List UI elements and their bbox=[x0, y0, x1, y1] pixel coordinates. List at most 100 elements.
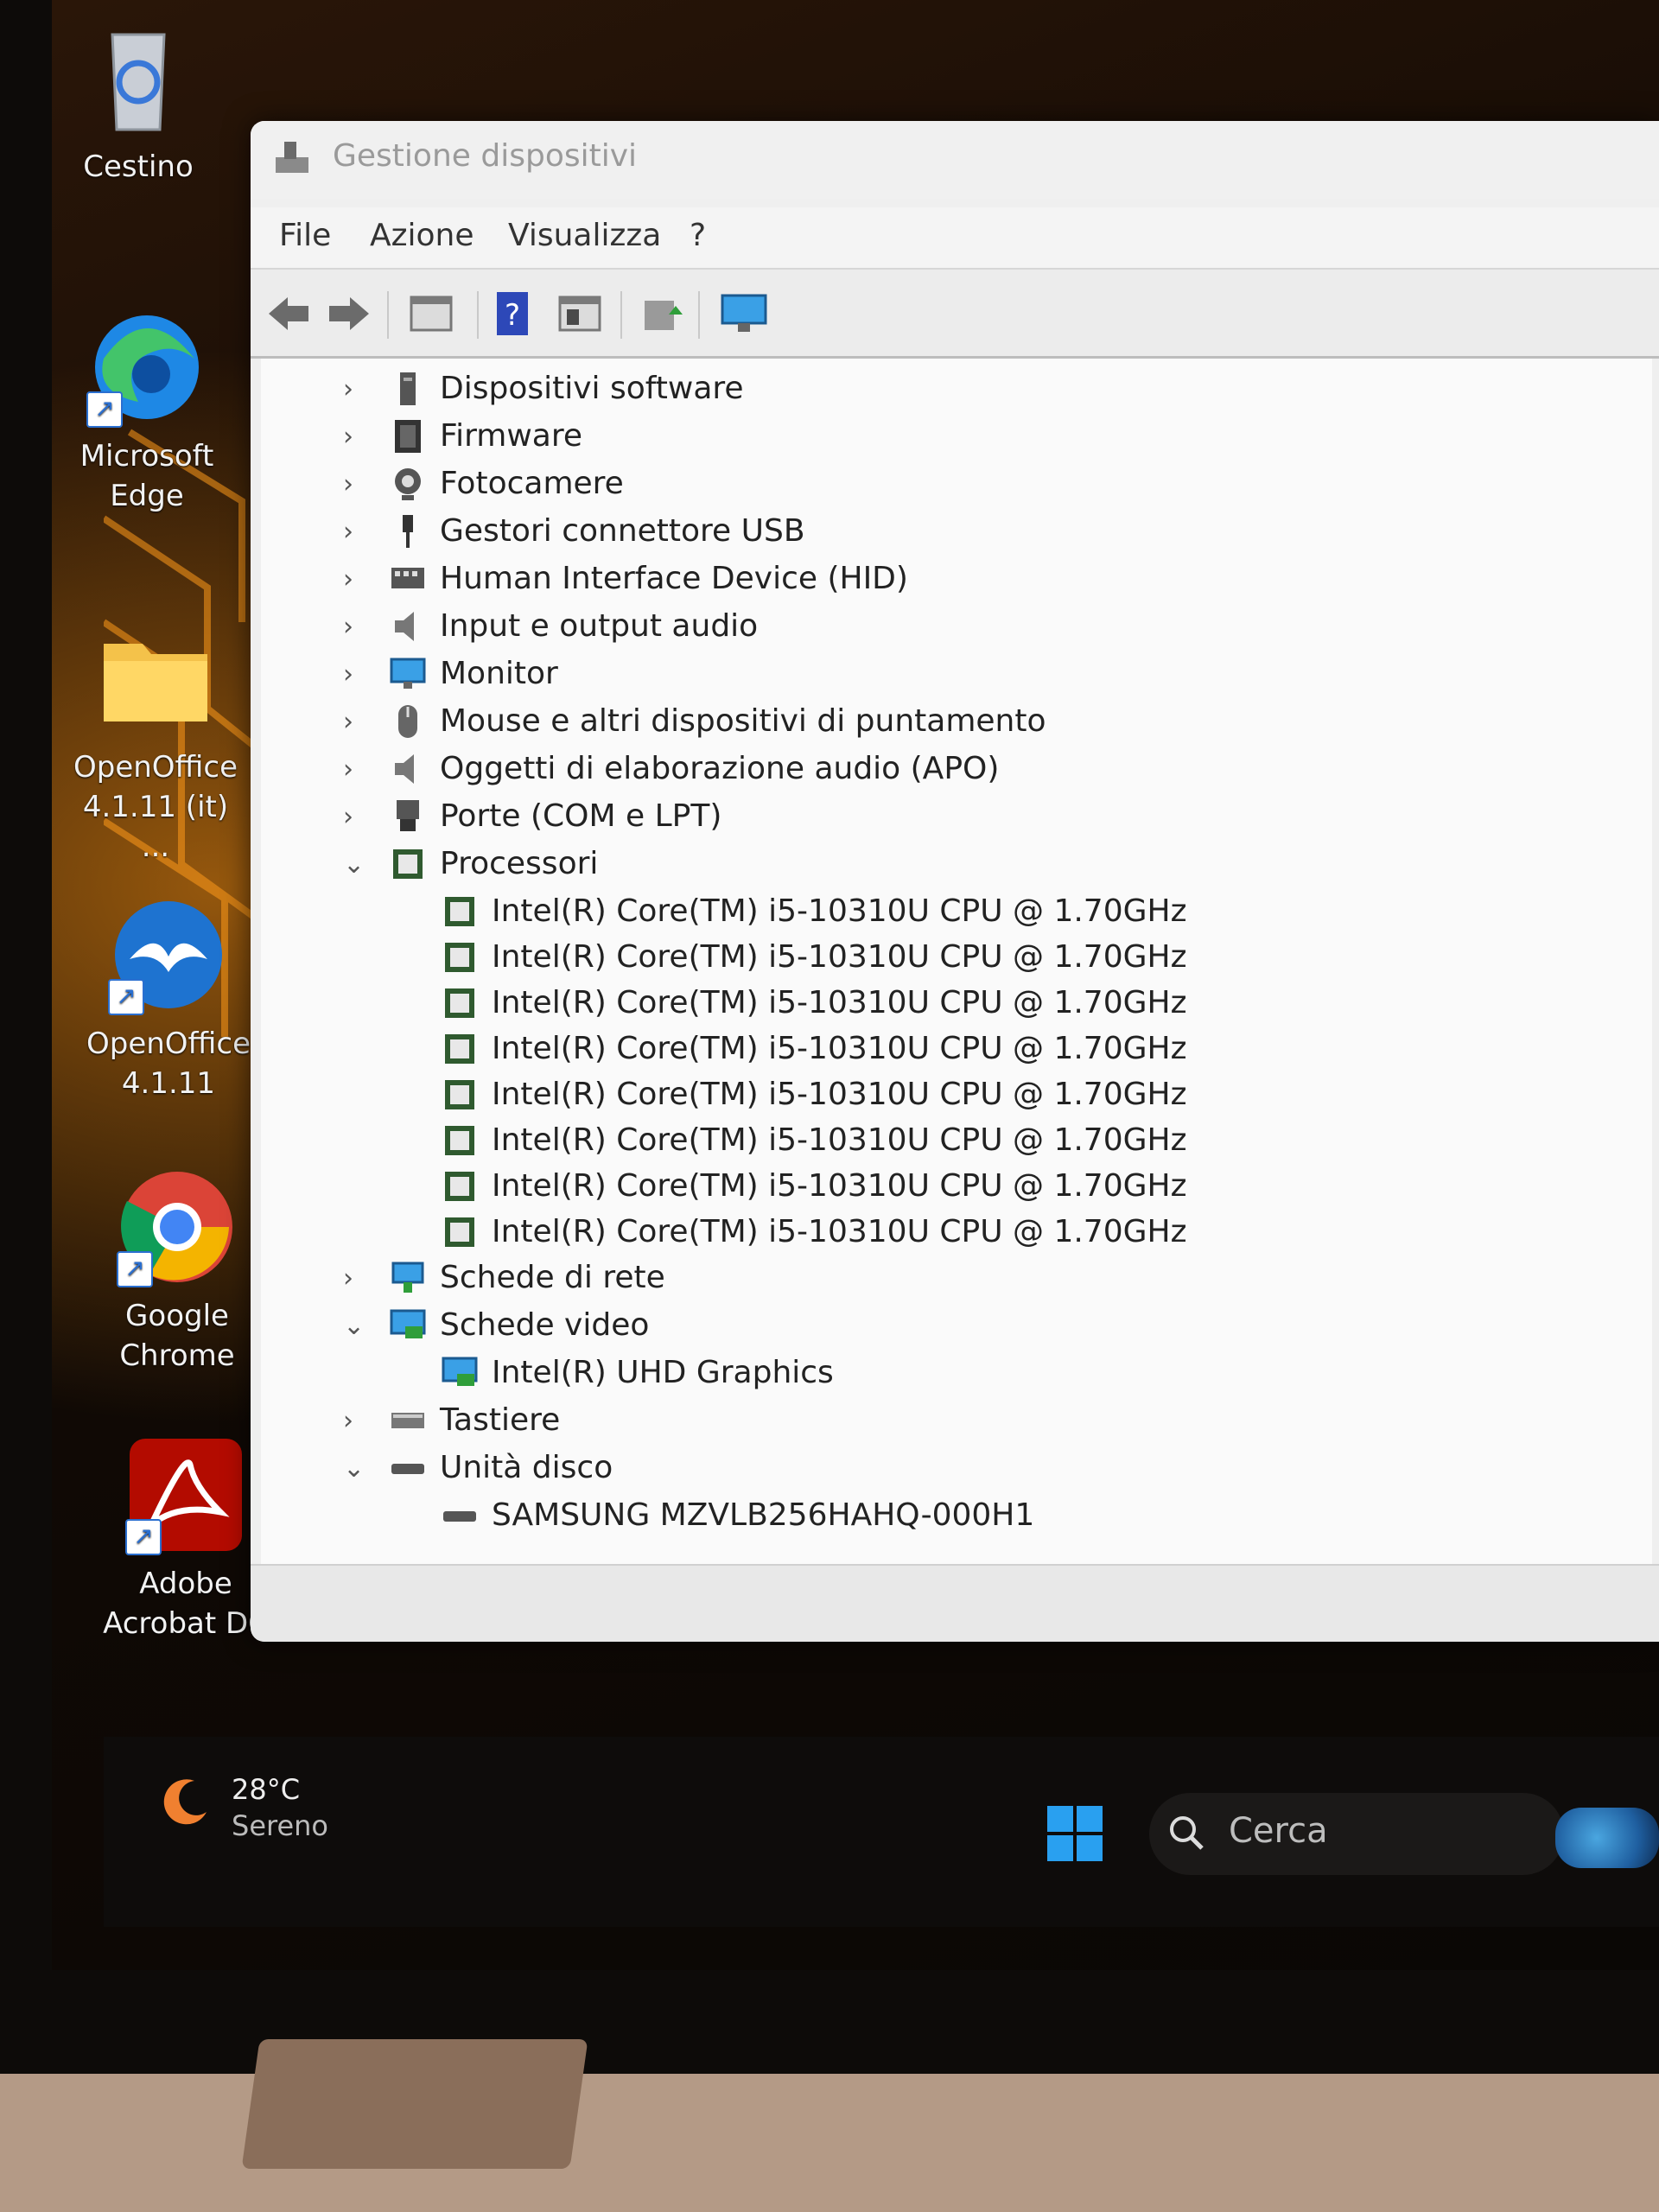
chevron-right-icon[interactable]: › bbox=[343, 800, 369, 835]
toolbar-separator bbox=[387, 291, 389, 339]
toolbar-separator bbox=[477, 291, 479, 339]
device-label: Fotocamere bbox=[440, 466, 624, 501]
chevron-right-icon[interactable]: › bbox=[343, 705, 369, 740]
port-icon bbox=[397, 800, 419, 831]
device-label: Gestori connettore USB bbox=[440, 513, 805, 549]
shortcut-arrow-icon: ↗ bbox=[108, 979, 144, 1015]
processor-icon bbox=[393, 849, 423, 879]
chevron-right-icon[interactable]: › bbox=[343, 372, 369, 407]
back-arrow-icon[interactable] bbox=[264, 289, 314, 339]
help-icon[interactable]: ? bbox=[488, 289, 538, 339]
chevron-right-icon[interactable]: › bbox=[343, 1404, 369, 1439]
weather-temperature[interactable]: 28°C bbox=[232, 1773, 300, 1806]
hid-icon bbox=[391, 568, 424, 588]
show-hide-console-tree-icon[interactable] bbox=[406, 289, 456, 339]
desktop-icon-label: Microsoft bbox=[79, 439, 214, 474]
device-label: Human Interface Device (HID) bbox=[440, 561, 908, 596]
device-label: Intel(R) Core(TM) i5-10310U CPU @ 1.70GH… bbox=[492, 985, 1187, 1020]
taskbar-search-box[interactable] bbox=[1149, 1793, 1564, 1875]
processor-icon bbox=[445, 1217, 474, 1247]
svg-text:?: ? bbox=[505, 298, 520, 333]
device-label: Tastiere bbox=[440, 1402, 561, 1438]
processor-icon bbox=[445, 1172, 474, 1201]
desktop-icon-label: Edge bbox=[110, 479, 184, 513]
menu-bar: File Azione Visualizza ? bbox=[251, 207, 1659, 268]
chevron-down-icon[interactable]: ⌄ bbox=[343, 848, 369, 882]
desktop-icon-recycle-bin[interactable]: Cestino bbox=[52, 17, 225, 187]
recycle-bin-icon bbox=[78, 17, 199, 138]
network-adapter-icon bbox=[391, 1262, 424, 1293]
menu-visualizza[interactable]: Visualizza bbox=[508, 218, 661, 253]
desktop-icon-openoffice[interactable]: ↗ OpenOffice 4.1.11 bbox=[82, 894, 255, 1103]
device-label: Processori bbox=[440, 846, 599, 881]
camera-icon bbox=[395, 468, 421, 500]
disk-drive-icon bbox=[391, 1464, 424, 1474]
device-label: Intel(R) Core(TM) i5-10310U CPU @ 1.70GH… bbox=[492, 1214, 1187, 1249]
menu-file[interactable]: File bbox=[279, 218, 331, 253]
chevron-right-icon[interactable]: › bbox=[343, 753, 369, 787]
chevron-right-icon[interactable]: › bbox=[343, 658, 369, 692]
menu-help[interactable]: ? bbox=[690, 218, 706, 253]
forward-arrow-icon[interactable] bbox=[324, 289, 374, 339]
processor-icon bbox=[445, 1126, 474, 1155]
openoffice-icon: ↗ bbox=[108, 894, 229, 1015]
shortcut-arrow-icon: ↗ bbox=[125, 1519, 162, 1555]
chevron-down-icon[interactable]: ⌄ bbox=[343, 1452, 369, 1486]
properties-icon[interactable] bbox=[555, 289, 605, 339]
device-tree: › Dispositivi software › Firmware › Fotocamer… bbox=[261, 359, 1652, 1564]
processor-icon bbox=[445, 1080, 474, 1109]
usb-connector-icon bbox=[403, 515, 413, 548]
device-label: Mouse e altri dispositivi di puntamento bbox=[440, 703, 1046, 739]
acrobat-icon: ↗ bbox=[125, 1434, 246, 1555]
chevron-right-icon[interactable]: › bbox=[343, 610, 369, 645]
weather-description[interactable]: Sereno bbox=[232, 1809, 328, 1842]
title-bar[interactable]: Gestione dispositivi bbox=[251, 121, 1659, 199]
menu-azione[interactable]: Azione bbox=[370, 218, 474, 253]
chevron-right-icon[interactable]: › bbox=[343, 563, 369, 597]
desktop-icon-microsoft-edge[interactable]: ↗ Microsoft Edge bbox=[60, 307, 233, 516]
chevron-right-icon[interactable]: › bbox=[343, 420, 369, 454]
moon-weather-icon[interactable] bbox=[160, 1776, 212, 1827]
display-adapter-icon bbox=[390, 1309, 426, 1338]
chevron-right-icon[interactable]: › bbox=[343, 515, 369, 550]
processor-icon bbox=[445, 988, 474, 1018]
desktop-icon-label: OpenOffice bbox=[73, 750, 238, 785]
windows-start-icon[interactable] bbox=[1046, 1804, 1104, 1863]
processor-icon bbox=[445, 943, 474, 972]
device-label: Oggetti di elaborazione audio (APO) bbox=[440, 751, 1000, 786]
chevron-right-icon[interactable]: › bbox=[343, 1262, 369, 1296]
display-adapter-icon bbox=[442, 1357, 478, 1386]
device-label: Firmware bbox=[440, 418, 582, 454]
desktop-icon-label: Chrome bbox=[119, 1338, 235, 1373]
device-label: Schede di rete bbox=[440, 1260, 665, 1295]
chrome-icon: ↗ bbox=[117, 1166, 238, 1287]
device-label: Intel(R) Core(TM) i5-10310U CPU @ 1.70GH… bbox=[492, 1168, 1187, 1204]
taskbar-widget-image[interactable] bbox=[1555, 1808, 1659, 1868]
scan-hardware-icon[interactable] bbox=[719, 289, 769, 339]
edge-icon: ↗ bbox=[86, 307, 207, 428]
update-driver-icon[interactable] bbox=[638, 289, 688, 339]
speaker-icon bbox=[395, 612, 414, 641]
device-label: Dispositivi software bbox=[440, 371, 744, 406]
desktop-icon-openoffice-folder[interactable]: OpenOffice 4.1.11 (it) ... bbox=[69, 618, 242, 867]
shortcut-arrow-icon: ↗ bbox=[117, 1251, 153, 1287]
device-label: Schede video bbox=[440, 1307, 650, 1343]
processor-icon bbox=[445, 1034, 474, 1064]
device-label: Intel(R) UHD Graphics bbox=[492, 1355, 834, 1390]
device-label: Unità disco bbox=[440, 1450, 613, 1485]
chevron-right-icon[interactable]: › bbox=[343, 467, 369, 502]
desktop-icon-adobe-acrobat[interactable]: ↗ Adobe Acrobat DC bbox=[99, 1434, 272, 1643]
toolbar-separator bbox=[620, 291, 622, 339]
monitor-icon bbox=[390, 658, 426, 689]
desktop-icon-label: Google bbox=[125, 1299, 229, 1333]
device-label: Intel(R) Core(TM) i5-10310U CPU @ 1.70GH… bbox=[492, 1122, 1187, 1158]
disk-drive-icon bbox=[443, 1511, 476, 1522]
desktop-icon-google-chrome[interactable]: ↗ Google Chrome bbox=[91, 1166, 264, 1376]
laptop-hinge bbox=[241, 2039, 588, 2169]
toolbar-separator bbox=[698, 291, 700, 339]
desktop-icon-label: Acrobat DC bbox=[103, 1606, 269, 1641]
folder-icon bbox=[95, 618, 216, 739]
toolbar: ? bbox=[251, 268, 1659, 359]
device-label: Intel(R) Core(TM) i5-10310U CPU @ 1.70GH… bbox=[492, 1031, 1187, 1066]
chevron-down-icon[interactable]: ⌄ bbox=[343, 1309, 369, 1344]
